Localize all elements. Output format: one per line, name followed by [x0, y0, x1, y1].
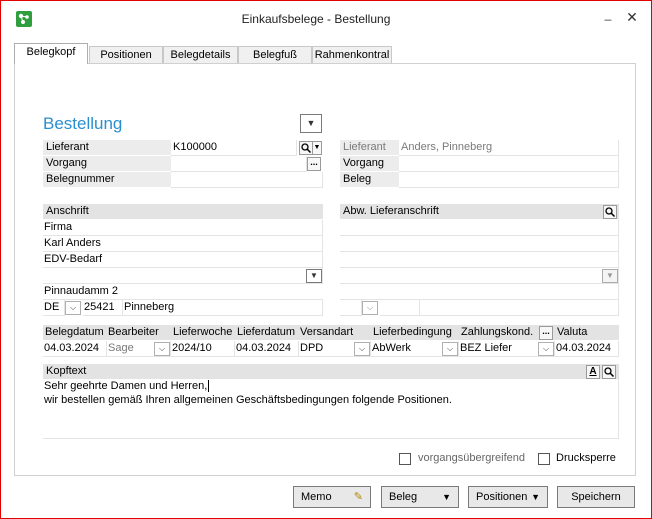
speichern-button[interactable]: Speichern	[557, 486, 635, 508]
lieferbedingung-dropdown[interactable]: ⌵	[442, 342, 458, 356]
memo-button-label: Memo	[301, 491, 332, 503]
tab-belegfuss[interactable]: Belegfuß	[238, 46, 312, 64]
drucksperre-label: Drucksperre	[556, 452, 616, 464]
lieferant-right-label: Lieferant	[340, 140, 399, 155]
lieferant-field[interactable]: K100000	[171, 140, 297, 156]
alt-address-search-icon[interactable]	[603, 205, 617, 219]
memo-pencil-icon: ✎	[353, 491, 363, 503]
drucksperre-checkbox[interactable]	[538, 453, 550, 465]
bearbeiter-header: Bearbeiter	[108, 326, 159, 338]
title-bar: Einkaufsbelege - Bestellung _ ✕	[1, 1, 651, 35]
text-cursor: ​	[208, 380, 210, 392]
vorgangsuebergreifend-checkbox[interactable]	[399, 453, 411, 465]
lieferwoche-header: Lieferwoche	[173, 326, 233, 338]
beleg-button-label: Beleg	[389, 491, 418, 503]
beleg-right-label: Beleg	[340, 172, 399, 187]
alt-country-dropdown[interactable]: ⌵	[362, 301, 378, 315]
beleg-chevron-down-icon: ▼	[442, 492, 451, 502]
alt-address-city[interactable]	[420, 300, 619, 316]
kopftext-line-2: wir bestellen gemäß Ihren allgemeinen Ge…	[44, 394, 452, 406]
minimize-button[interactable]: _	[601, 7, 615, 21]
lieferwoche-field[interactable]: 2024/10	[171, 341, 235, 357]
versandart-header: Versandart	[300, 326, 354, 338]
lieferdatum-field[interactable]: 04.03.2024	[235, 341, 299, 357]
address-zip[interactable]: 25421	[83, 300, 123, 316]
anschrift-header: Anschrift	[43, 204, 323, 219]
alt-address-street[interactable]	[340, 284, 619, 300]
lieferdatum-header: Lieferdatum	[237, 326, 296, 338]
window: Einkaufsbelege - Bestellung _ ✕ Belegkop…	[0, 0, 652, 519]
address-line-2[interactable]: Karl Anders	[43, 236, 323, 252]
alt-address-line-3[interactable]	[340, 252, 619, 268]
page-title: Bestellung	[43, 114, 123, 133]
beleg-right-value	[399, 172, 619, 188]
zahlungskond-ellipsis-button[interactable]: ...	[539, 326, 553, 340]
alt-address-dropdown[interactable]: ▼	[602, 269, 618, 283]
vorgangsuebergreifend-label: vorgangsübergreifend	[418, 452, 526, 464]
address-line-4[interactable]	[43, 268, 323, 284]
address-street[interactable]: Pinnaudamm 2	[43, 284, 323, 300]
belegdatum-field[interactable]: 04.03.2024	[43, 341, 107, 357]
address-line-dropdown[interactable]: ▼	[306, 269, 322, 283]
memo-button[interactable]: Memo ✎	[293, 486, 371, 508]
address-line-3[interactable]: EDV-Bedarf	[43, 252, 323, 268]
lieferant-label: Lieferant	[43, 140, 171, 155]
positionen-chevron-down-icon: ▼	[531, 492, 540, 502]
lieferant-right-value: Anders, Pinneberg	[399, 140, 619, 156]
tab-rahmenkontrakt[interactable]: Rahmenkontral	[312, 46, 392, 64]
window-title: Einkaufsbelege - Bestellung	[241, 12, 391, 26]
kopftext-editor[interactable]: Sehr geehrte Damen und Herren,​ wir best…	[43, 379, 619, 439]
vorgang-right-label: Vorgang	[340, 156, 399, 171]
valuta-header: Valuta	[557, 326, 588, 338]
search-icon[interactable]	[299, 141, 313, 155]
belegnummer-label: Belegnummer	[43, 172, 171, 187]
abw-lieferanschrift-header: Abw. Lieferanschrift	[340, 204, 619, 219]
vorgang-field[interactable]	[171, 156, 307, 172]
positionen-button-label: Positionen	[476, 491, 528, 503]
alt-address-line-1[interactable]	[340, 220, 619, 236]
beleg-button[interactable]: Beleg ▼	[381, 486, 459, 508]
alt-address-country[interactable]	[340, 300, 362, 316]
belegdatum-header: Belegdatum	[45, 326, 104, 338]
positionen-button[interactable]: Positionen ▼	[468, 486, 548, 508]
belegnummer-field[interactable]	[171, 172, 323, 188]
document-type-dropdown[interactable]: ▼	[300, 114, 322, 133]
tab-belegdetails[interactable]: Belegdetails	[163, 46, 238, 64]
vorgang-label: Vorgang	[43, 156, 171, 171]
kopftext-line-1: Sehr geehrte Damen und Herren,	[44, 380, 208, 392]
valuta-field[interactable]: 04.03.2024	[555, 341, 619, 357]
tab-belegkopf[interactable]: Belegkopf	[14, 43, 88, 64]
font-button[interactable]: A	[586, 365, 600, 379]
lieferant-dropdown[interactable]: ▼	[312, 141, 322, 155]
vorgang-right-value	[399, 156, 619, 172]
vorgang-ellipsis-button[interactable]: ...	[307, 157, 321, 171]
address-line-1[interactable]: Firma	[43, 220, 323, 236]
country-dropdown[interactable]: ⌵	[65, 301, 81, 315]
close-button[interactable]: ✕	[625, 9, 639, 25]
tab-positionen[interactable]: Positionen	[89, 46, 163, 64]
zahlungskond-header: Zahlungskond.	[461, 326, 534, 338]
alt-address-line-2[interactable]	[340, 236, 619, 252]
alt-address-line-4[interactable]	[340, 268, 619, 284]
bearbeiter-dropdown[interactable]: ⌵	[154, 342, 170, 356]
kopftext-header: Kopftext	[43, 364, 619, 379]
address-city[interactable]: Pinneberg	[123, 300, 323, 316]
versandart-dropdown[interactable]: ⌵	[354, 342, 370, 356]
kopftext-search-icon[interactable]	[602, 365, 616, 379]
zahlungskond-dropdown[interactable]: ⌵	[538, 342, 554, 356]
lieferbedingung-header: Lieferbedingung	[373, 326, 452, 338]
alt-address-zip[interactable]	[380, 300, 420, 316]
address-country[interactable]: DE	[43, 300, 65, 316]
